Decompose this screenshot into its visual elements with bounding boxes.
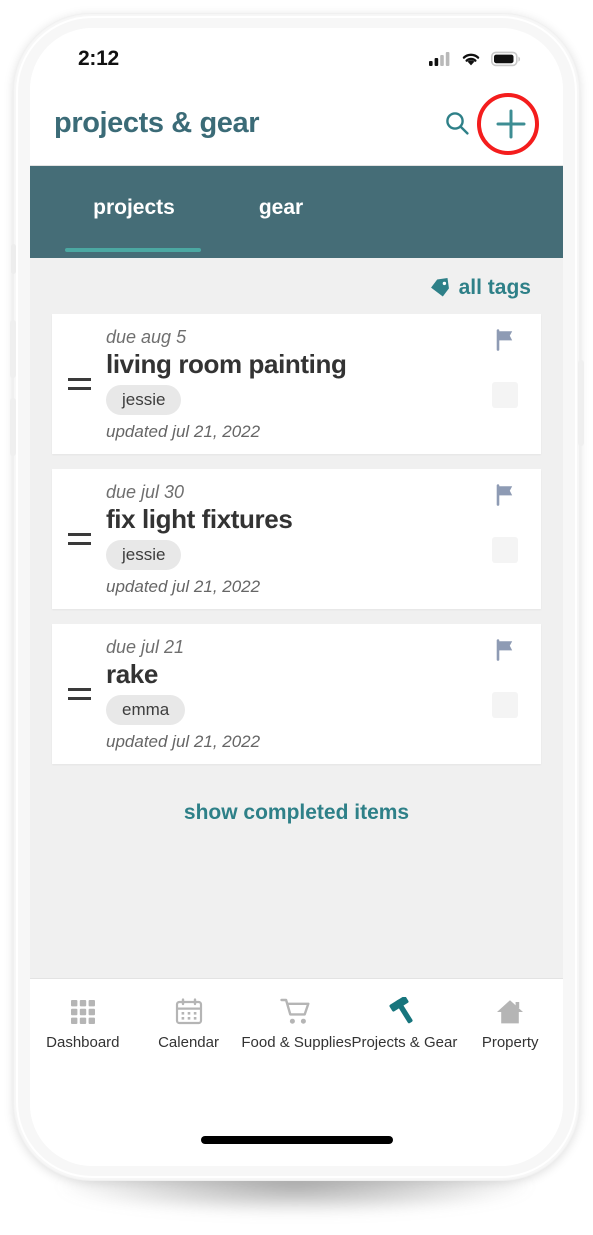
project-title: rake: [106, 658, 158, 689]
due-date: due jul 30: [106, 481, 185, 502]
tab-gear[interactable]: gear: [228, 196, 334, 220]
shopping-cart-icon: [280, 998, 310, 1024]
hammer-icon: [389, 997, 413, 1024]
updated-date: updated jul 21, 2022: [106, 576, 261, 596]
complete-checkbox[interactable]: [492, 382, 518, 408]
search-icon: [445, 112, 469, 135]
updated-date: updated jul 21, 2022: [106, 421, 261, 441]
list-item-actions: [469, 314, 541, 454]
nav-item-projects-gear[interactable]: Projects & Gear: [351, 997, 457, 1051]
app-header: projects & gear: [30, 82, 563, 166]
flag-icon[interactable]: [493, 483, 517, 507]
assignee-tag[interactable]: jessie: [106, 384, 182, 415]
cellular-signal-icon: [429, 52, 450, 66]
plus-icon: [496, 109, 526, 138]
home-indicator[interactable]: [200, 1136, 393, 1144]
flag-icon[interactable]: [493, 328, 517, 352]
due-date: due aug 5: [106, 326, 187, 347]
house-icon: [497, 1000, 524, 1024]
grid-icon: [70, 1000, 95, 1024]
wifi-icon: [462, 53, 480, 66]
due-date: due jul 21: [106, 636, 185, 657]
add-button[interactable]: [489, 102, 533, 146]
drag-handle-icon[interactable]: [52, 533, 106, 545]
list-item-actions: [469, 624, 541, 764]
silence-switch[interactable]: [11, 244, 16, 274]
project-title: living room painting: [106, 348, 347, 379]
list-item[interactable]: due jul 30 fix light fixtures jessie upd…: [52, 469, 541, 609]
complete-checkbox[interactable]: [492, 692, 518, 718]
nav-label-calendar: Calendar: [158, 1034, 219, 1051]
phone-screen: 2:12 projects & gear projects gear all t…: [30, 28, 563, 1166]
power-button[interactable]: [578, 360, 584, 446]
show-completed-items-link[interactable]: show completed items: [184, 801, 409, 824]
list-item-actions: [469, 469, 541, 609]
drag-handle-icon[interactable]: [52, 378, 106, 390]
list-item[interactable]: due aug 5 living room painting jessie up…: [52, 314, 541, 454]
status-bar: 2:12: [30, 28, 563, 82]
tab-projects[interactable]: projects: [66, 196, 202, 220]
assignee-tag[interactable]: emma: [106, 694, 186, 725]
all-tags-button[interactable]: all tags: [30, 258, 563, 314]
nav-item-food-supplies[interactable]: Food & Supplies: [241, 997, 351, 1051]
bottom-navigation: Dashboard Calendar Food & Supplies Proje…: [30, 978, 563, 1166]
updated-date: updated jul 21, 2022: [106, 731, 261, 751]
status-icons: [429, 51, 521, 67]
nav-item-calendar[interactable]: Calendar: [136, 997, 242, 1051]
all-tags-label: all tags: [458, 276, 531, 299]
nav-item-dashboard[interactable]: Dashboard: [30, 997, 136, 1051]
calendar-icon: [175, 998, 202, 1025]
tab-bar: projects gear: [30, 166, 563, 258]
list-item-body: due jul 30 fix light fixtures jessie upd…: [106, 468, 469, 611]
complete-checkbox[interactable]: [492, 537, 518, 563]
nav-label-property: Property: [481, 1034, 539, 1051]
battery-icon: [491, 51, 521, 67]
project-title: fix light fixtures: [106, 503, 293, 534]
page-title: projects & gear: [54, 107, 260, 139]
content-area: all tags due aug 5 living room painting …: [30, 258, 563, 978]
volume-down-button[interactable]: [10, 398, 16, 456]
bottom-nav-items: Dashboard Calendar Food & Supplies Proje…: [30, 997, 563, 1051]
volume-up-button[interactable]: [10, 320, 16, 378]
header-actions: [435, 92, 539, 155]
project-list: due aug 5 living room painting jessie up…: [30, 314, 563, 764]
nav-label-dashboard: Dashboard: [46, 1034, 120, 1051]
nav-label-projects-gear: Projects & Gear: [351, 1034, 458, 1051]
assignee-tag[interactable]: jessie: [106, 539, 182, 570]
search-button[interactable]: [435, 102, 479, 146]
show-completed-wrap: show completed items: [30, 779, 563, 825]
list-item-body: due jul 21 rake emma updated jul 21, 202…: [106, 623, 469, 766]
nav-label-food-supplies: Food & Supplies: [241, 1034, 352, 1051]
list-item-body: due aug 5 living room painting jessie up…: [106, 313, 469, 456]
active-tab-indicator: [65, 248, 201, 252]
nav-item-property[interactable]: Property: [457, 997, 563, 1051]
list-item[interactable]: due jul 21 rake emma updated jul 21, 202…: [52, 624, 541, 764]
status-time: 2:12: [78, 47, 119, 70]
drag-handle-icon[interactable]: [52, 688, 106, 700]
flag-icon[interactable]: [493, 638, 517, 662]
tag-icon: [430, 278, 449, 297]
